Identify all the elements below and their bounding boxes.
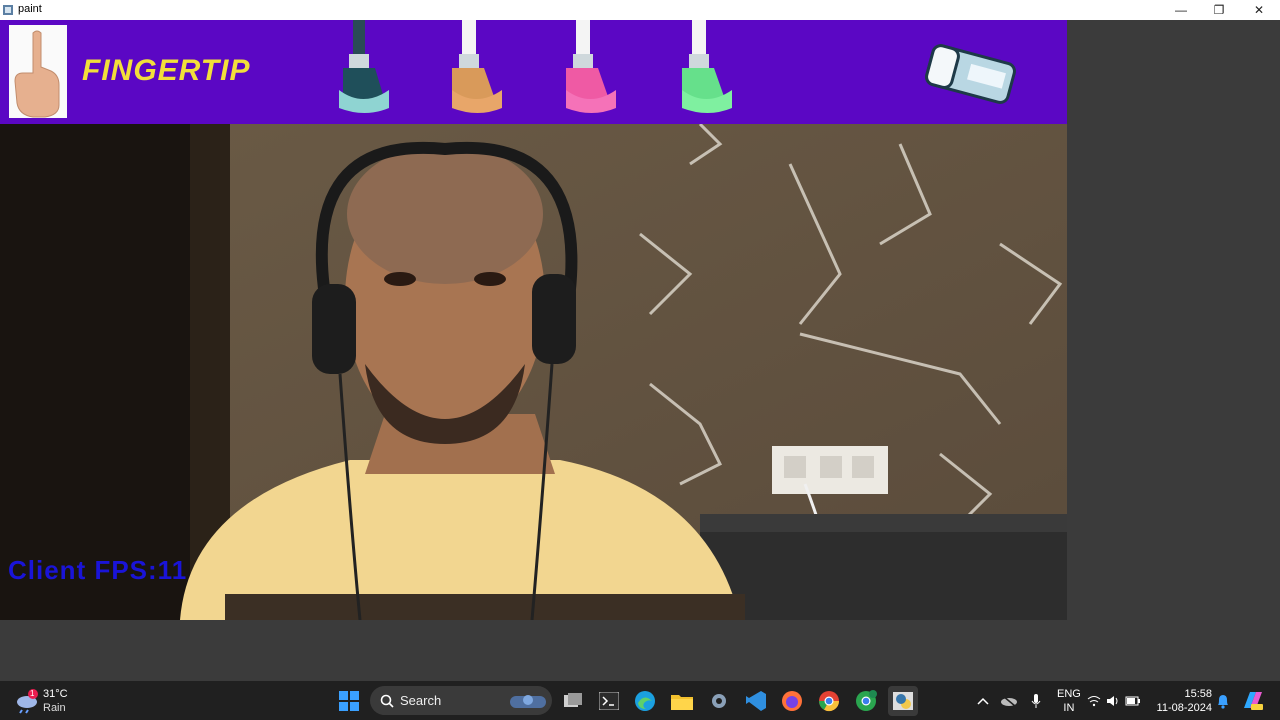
close-button[interactable]: ✕ — [1240, 0, 1278, 20]
chrome-profile-button[interactable] — [851, 686, 881, 716]
python-app-icon — [893, 692, 913, 710]
cloud-offline-icon — [1001, 695, 1017, 707]
python-app-button[interactable] — [888, 686, 918, 716]
chrome-icon — [818, 691, 840, 712]
webcam-image — [0, 124, 1067, 620]
search-highlight-icon — [510, 695, 546, 708]
folder-icon — [671, 695, 693, 710]
window-title: paint — [18, 3, 42, 15]
weather-temperature: 31°C — [43, 688, 68, 700]
terminal-icon — [599, 692, 619, 710]
clock-time: 15:58 — [1184, 688, 1212, 700]
vscode-button[interactable] — [741, 686, 771, 716]
windows-start-icon — [339, 691, 359, 711]
brush-pink[interactable] — [560, 20, 620, 120]
finger-icon — [9, 25, 67, 118]
copilot-icon — [1244, 692, 1263, 710]
app-icon — [3, 5, 13, 15]
wifi-icon — [1087, 696, 1100, 707]
vscode-icon — [746, 691, 766, 711]
chrome-button[interactable] — [814, 686, 844, 716]
camera-feed: Client FPS:11 — [0, 124, 1067, 620]
microphone-button[interactable] — [1021, 686, 1051, 716]
bell-icon — [1218, 695, 1228, 709]
volume-icon — [1106, 696, 1118, 706]
brush-dark-teal[interactable] — [333, 20, 393, 120]
firefox-icon — [782, 691, 802, 711]
language-line2: IN — [1063, 702, 1075, 714]
battery-icon — [1125, 696, 1141, 706]
copilot-button[interactable] — [1238, 686, 1268, 716]
brush-orange[interactable] — [446, 20, 506, 120]
eraser-icon[interactable] — [920, 38, 1020, 114]
search-label: Search — [400, 693, 442, 708]
microphone-icon — [1031, 694, 1041, 708]
terminal-button[interactable] — [594, 686, 624, 716]
weather-widget[interactable]: 1 31°C Rain — [14, 685, 84, 717]
chrome-profile-icon — [856, 690, 877, 711]
rain-cloud-icon — [17, 689, 38, 714]
settings-button[interactable] — [704, 686, 734, 716]
start-button[interactable] — [334, 686, 364, 716]
language-indicator[interactable]: ENG IN — [1057, 687, 1081, 715]
task-view-icon — [564, 693, 582, 707]
edge-icon — [635, 691, 655, 711]
minimize-button[interactable]: — — [1162, 0, 1200, 20]
search-icon — [380, 694, 394, 708]
fps-counter: Client FPS:11 — [8, 555, 188, 585]
task-view-button[interactable] — [558, 686, 588, 716]
taskbar: 1 31°C Rain Search ENG IN 15:58 11-08-20… — [0, 681, 1280, 720]
weather-badge: 1 — [30, 689, 35, 698]
firefox-button[interactable] — [777, 686, 807, 716]
language-line1: ENG — [1057, 688, 1081, 700]
taskbar-search[interactable]: Search — [370, 686, 552, 715]
window-title-bar: paint — ❐ ✕ — [0, 0, 1280, 20]
brush-green[interactable] — [676, 20, 736, 120]
clock[interactable]: 15:58 11-08-2024 — [1156, 687, 1212, 715]
paint-canvas[interactable]: FINGERTIP Client FPS:11 — [0, 20, 1067, 620]
file-explorer-button[interactable] — [667, 686, 697, 716]
brand-title: FINGERTIP — [82, 54, 251, 87]
onedrive-button[interactable] — [994, 686, 1024, 716]
edge-button[interactable] — [630, 686, 660, 716]
fingertip-tool-button[interactable] — [9, 25, 67, 118]
quick-settings-button[interactable] — [1084, 686, 1144, 716]
tool-header: FINGERTIP — [0, 20, 1067, 124]
settings-gear-icon — [712, 694, 726, 708]
chevron-up-icon — [977, 697, 989, 705]
restore-button[interactable]: ❐ — [1200, 0, 1238, 20]
notifications-button[interactable] — [1208, 686, 1238, 716]
clock-date: 11-08-2024 — [1156, 702, 1212, 714]
weather-condition: Rain — [43, 702, 66, 714]
